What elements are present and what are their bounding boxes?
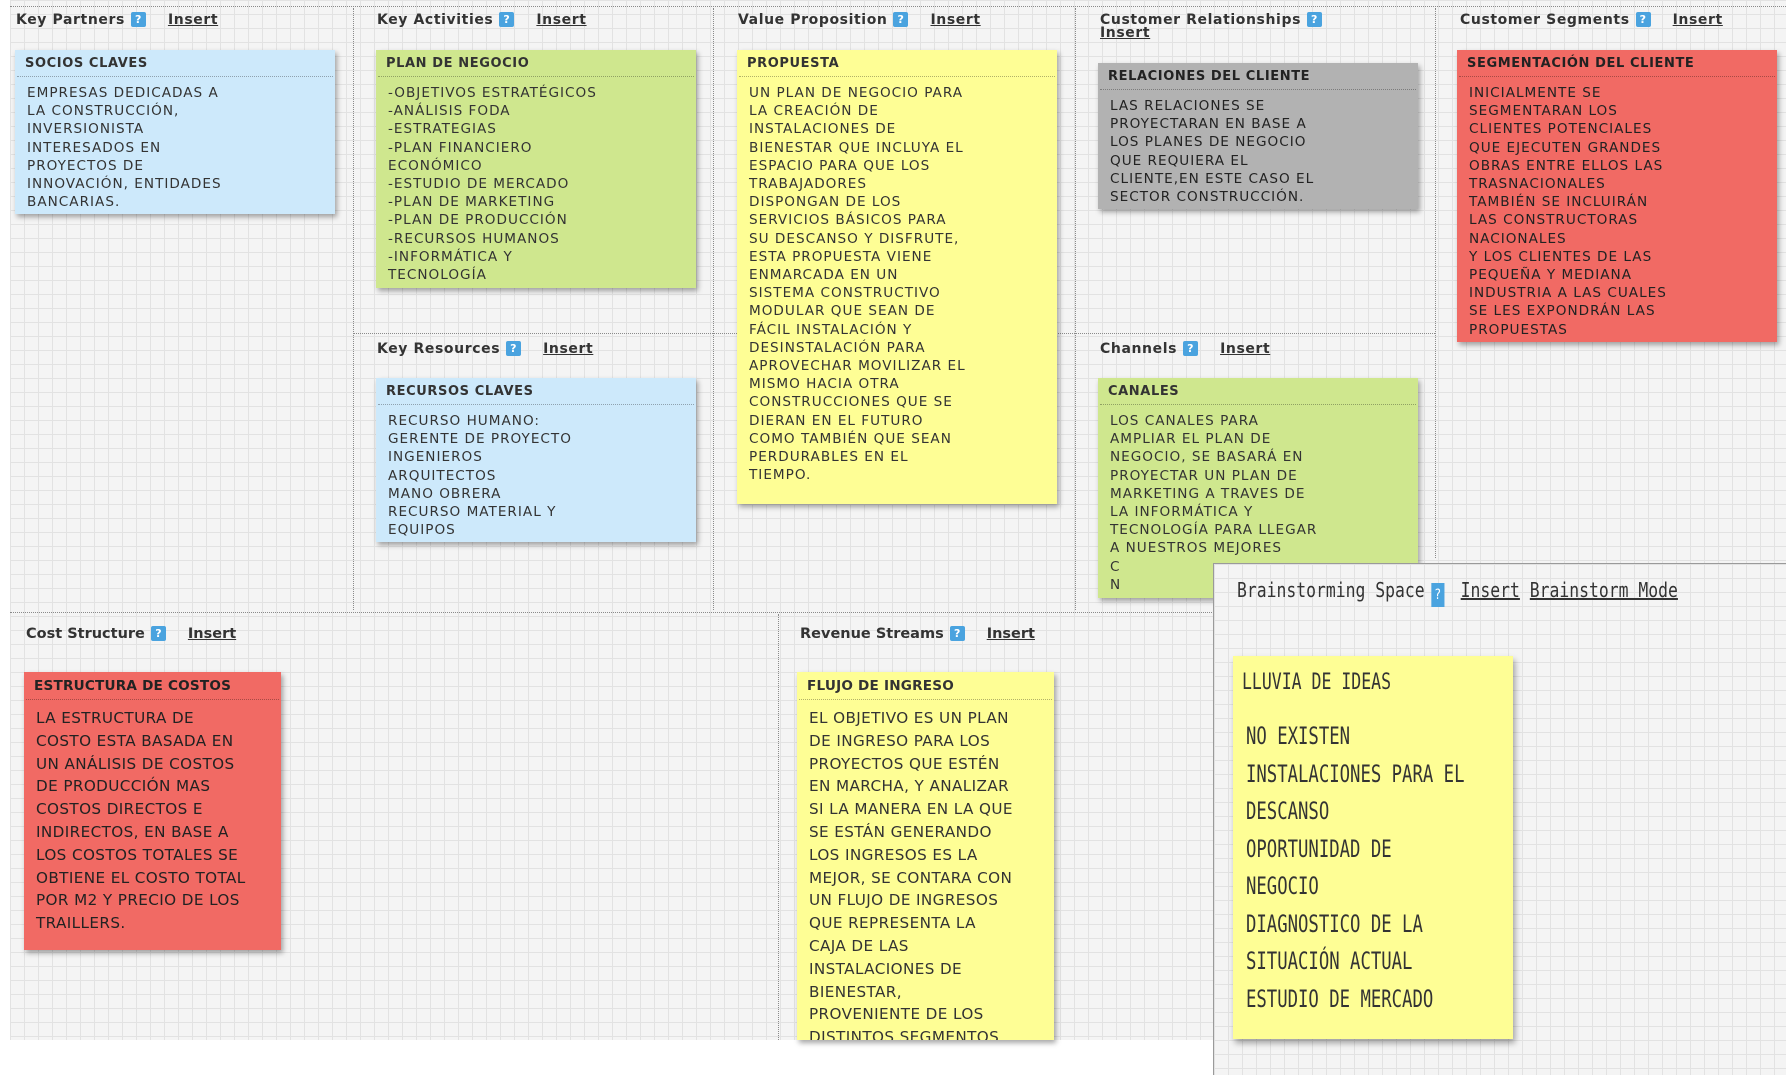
help-icon[interactable]: ? <box>130 12 146 27</box>
note-body: EL OBJETIVO ES UN PLAN DE INGRESO PARA L… <box>809 709 1013 1040</box>
note-body: UN PLAN DE NEGOCIO PARA LA CREACIÓN DE I… <box>749 85 966 484</box>
key-activities-header: Key Activities? Insert <box>377 12 587 28</box>
note-body: NO EXISTEN INSTALACIONES PARA EL DESCANS… <box>1246 722 1465 1013</box>
section-title: Channels <box>1100 341 1178 357</box>
key-resources-header: Key Resources? Insert <box>377 341 593 357</box>
section-title: Cost Structure <box>26 626 145 642</box>
insert-link[interactable]: Insert <box>188 626 236 642</box>
help-icon[interactable]: ? <box>150 626 166 641</box>
note-body: INICIALMENTE SE SEGMENTARAN LOS CLIENTES… <box>1469 85 1667 338</box>
insert-link[interactable]: Insert <box>930 12 980 28</box>
sticky-note-lluvia-de-ideas[interactable]: LLUVIA DE IDEAS NO EXISTEN INSTALACIONES… <box>1233 656 1513 1039</box>
brainstorm-header: Brainstorming Space? Insert Brainstorm Mo… <box>1237 578 1678 607</box>
sticky-note-segmentacion-del-cliente[interactable]: SEGMENTACIÓN DEL CLIENTE INICIALMENTE SE… <box>1457 50 1777 342</box>
note-title: SOCIOS CLAVES <box>17 50 333 77</box>
section-title: Key Activities <box>377 12 494 28</box>
insert-link[interactable]: Insert <box>1220 341 1270 357</box>
insert-link[interactable]: Insert <box>1100 25 1150 41</box>
customer-relationships-header: Customer Relationships? Insert <box>1100 12 1330 40</box>
note-body: LAS RELACIONES SE PROYECTARAN EN BASE A … <box>1110 98 1315 206</box>
sticky-note-estructura-de-costos[interactable]: ESTRUCTURA DE COSTOS LA ESTRUCTURA DE CO… <box>24 672 281 950</box>
divider <box>1075 8 1076 610</box>
note-title: PROPUESTA <box>739 50 1055 77</box>
sticky-note-recursos-claves[interactable]: RECURSOS CLAVES RECURSO HUMANO: GERENTE … <box>376 378 696 542</box>
section-title: Revenue Streams <box>800 626 944 642</box>
brainstorm-mode-link[interactable]: Brainstorm Mode <box>1530 578 1678 602</box>
insert-link[interactable]: Insert <box>987 626 1035 642</box>
insert-link[interactable]: Insert <box>1673 12 1723 28</box>
note-body: RECURSO HUMANO: GERENTE DE PROYECTO INGE… <box>388 413 572 539</box>
insert-link[interactable]: Insert <box>168 12 218 28</box>
divider <box>1435 8 1436 558</box>
section-title: Key Resources <box>377 341 501 357</box>
note-title: FLUJO DE INGRESO <box>799 672 1052 700</box>
revenue-streams-header: Revenue Streams? Insert <box>800 626 1035 642</box>
section-title: Value Proposition <box>738 12 888 28</box>
help-icon[interactable]: ? <box>1431 583 1445 607</box>
divider <box>10 6 1786 7</box>
section-title: Key Partners <box>16 12 125 28</box>
divider <box>1075 333 1435 334</box>
note-body: EMPRESAS DEDICADAS A LA CONSTRUCCIÓN, IN… <box>27 85 222 211</box>
cost-structure-header: Cost Structure? Insert <box>26 626 236 642</box>
help-icon[interactable]: ? <box>949 626 965 641</box>
brainstorm-title: Brainstorming Space <box>1237 578 1425 602</box>
note-title: LLUVIA DE IDEAS <box>1242 670 1392 695</box>
help-icon[interactable]: ? <box>506 341 522 356</box>
note-body: -OBJETIVOS ESTRATÉGICOS -ANÁLISIS FODA -… <box>388 85 597 284</box>
sticky-note-flujo-de-ingreso[interactable]: FLUJO DE INGRESO EL OBJETIVO ES UN PLAN … <box>797 672 1054 1040</box>
note-title: RECURSOS CLAVES <box>378 378 694 405</box>
note-title: PLAN DE NEGOCIO <box>378 50 694 77</box>
help-icon[interactable]: ? <box>1307 12 1322 27</box>
sticky-note-plan-de-negocio[interactable]: PLAN DE NEGOCIO -OBJETIVOS ESTRATÉGICOS … <box>376 50 696 288</box>
customer-segments-header: Customer Segments? Insert <box>1460 12 1723 28</box>
section-title: Customer Segments <box>1460 12 1630 28</box>
sticky-note-propuesta[interactable]: PROPUESTA UN PLAN DE NEGOCIO PARA LA CRE… <box>737 50 1057 504</box>
help-icon[interactable]: ? <box>1183 341 1199 356</box>
divider <box>778 614 779 1040</box>
note-title: ESTRUCTURA DE COSTOS <box>26 672 279 700</box>
insert-link[interactable]: Insert <box>543 341 593 357</box>
help-icon[interactable]: ? <box>893 12 909 27</box>
divider <box>353 8 354 610</box>
insert-link[interactable]: Insert <box>536 12 586 28</box>
sticky-note-relaciones-del-cliente[interactable]: RELACIONES DEL CLIENTE LAS RELACIONES SE… <box>1098 63 1418 209</box>
key-partners-header: Key Partners? Insert <box>16 12 218 28</box>
help-icon[interactable]: ? <box>499 12 515 27</box>
help-icon[interactable]: ? <box>1635 12 1651 27</box>
note-title: RELACIONES DEL CLIENTE <box>1100 63 1416 90</box>
brainstorming-panel: Brainstorming Space? Insert Brainstorm Mo… <box>1213 563 1786 1075</box>
brainstorm-insert-link[interactable]: Insert <box>1461 578 1520 602</box>
sticky-note-socios-claves[interactable]: SOCIOS CLAVES EMPRESAS DEDICADAS A LA CO… <box>15 50 335 214</box>
value-proposition-header: Value Proposition? Insert <box>738 12 981 28</box>
note-title: SEGMENTACIÓN DEL CLIENTE <box>1459 50 1775 77</box>
note-title: CANALES <box>1100 378 1416 405</box>
note-body: LA ESTRUCTURA DE COSTO ESTA BASADA EN UN… <box>36 709 246 933</box>
divider <box>713 8 714 610</box>
channels-header: Channels? Insert <box>1100 341 1270 357</box>
